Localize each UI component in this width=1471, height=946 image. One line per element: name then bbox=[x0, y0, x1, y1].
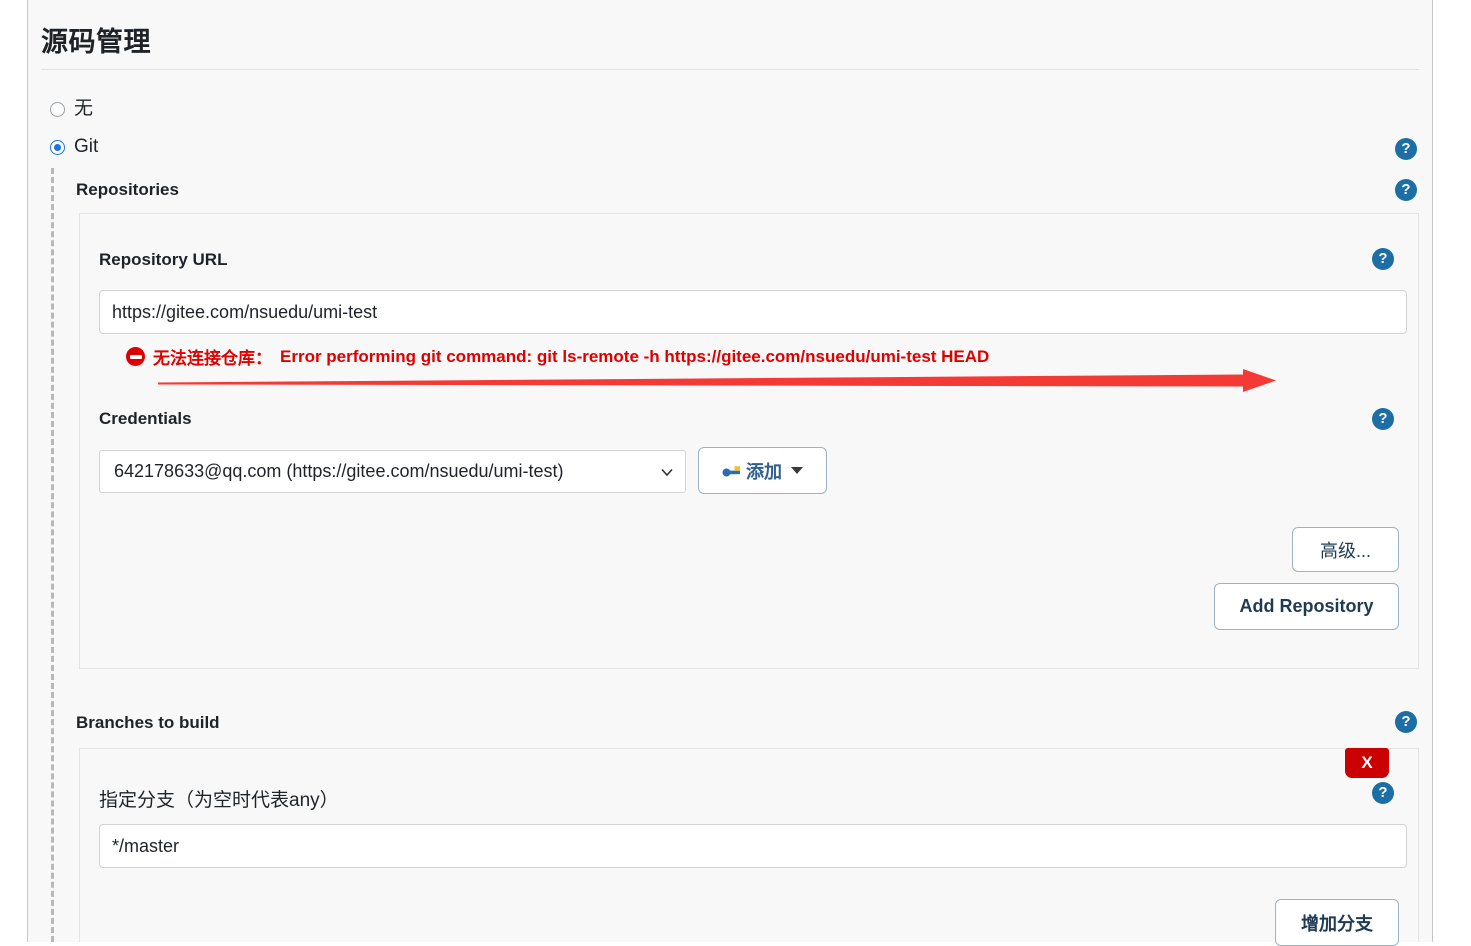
radio-option-none[interactable]: 无 bbox=[50, 99, 93, 119]
repository-url-error-prefix: 无法连接仓库： bbox=[153, 349, 272, 368]
help-icon-branches[interactable]: ? bbox=[1395, 711, 1417, 733]
branch-specifier-label: 指定分支（为空时代表any） bbox=[99, 790, 339, 811]
heading-divider bbox=[41, 69, 1419, 71]
repositories-group-label: Repositories bbox=[76, 180, 179, 199]
help-icon-repository-url[interactable]: ? bbox=[1372, 248, 1394, 270]
radio-button-git-icon[interactable] bbox=[50, 139, 65, 155]
add-repository-button-label: Add Repository bbox=[1239, 596, 1374, 616]
credentials-label: Credentials bbox=[99, 409, 192, 428]
delete-branch-button[interactable]: X bbox=[1345, 748, 1389, 778]
repository-url-input[interactable] bbox=[99, 290, 1407, 334]
help-icon-credentials[interactable]: ? bbox=[1372, 408, 1394, 430]
repository-url-error-message: Error performing git command: git ls-rem… bbox=[280, 346, 990, 366]
add-credentials-label: 添加 bbox=[746, 461, 782, 482]
repository-url-label: Repository URL bbox=[99, 250, 228, 269]
add-branch-button[interactable]: 增加分支 bbox=[1275, 899, 1399, 946]
credentials-select-value: 642178633@qq.com (https://gitee.com/nsue… bbox=[114, 461, 564, 481]
error-circle-icon bbox=[126, 347, 145, 366]
branches-group-label: Branches to build bbox=[76, 713, 220, 732]
help-icon-branch-specifier[interactable]: ? bbox=[1372, 782, 1394, 804]
page-title: 源码管理 bbox=[41, 27, 151, 57]
scm-config-panel: 源码管理 无 Git ? Repositories ? Repository U… bbox=[27, 0, 1433, 946]
branch-specifier-input[interactable] bbox=[99, 824, 1407, 868]
radio-button-none-icon[interactable] bbox=[50, 101, 65, 117]
radio-option-none-label: 无 bbox=[74, 98, 94, 119]
key-icon bbox=[722, 465, 740, 476]
git-section-guideline bbox=[51, 168, 54, 942]
add-repository-button[interactable]: Add Repository bbox=[1214, 583, 1399, 630]
add-branch-button-label: 增加分支 bbox=[1301, 913, 1373, 934]
help-icon-git[interactable]: ? bbox=[1395, 138, 1417, 160]
add-credentials-button[interactable]: 添加 bbox=[698, 447, 827, 494]
radio-option-git-label: Git bbox=[74, 136, 99, 157]
help-icon-repositories[interactable]: ? bbox=[1395, 179, 1417, 201]
chevron-down-icon bbox=[661, 468, 673, 476]
advanced-button[interactable]: 高级... bbox=[1292, 527, 1399, 572]
caret-down-icon bbox=[791, 467, 803, 474]
credentials-select[interactable]: 642178633@qq.com (https://gitee.com/nsue… bbox=[99, 450, 686, 493]
advanced-button-label: 高级... bbox=[1319, 540, 1371, 561]
section-heading: 源码管理 bbox=[41, 26, 1419, 71]
radio-option-git[interactable]: Git bbox=[50, 137, 98, 157]
repository-url-error: 无法连接仓库： Error performing git command: gi… bbox=[126, 344, 989, 369]
